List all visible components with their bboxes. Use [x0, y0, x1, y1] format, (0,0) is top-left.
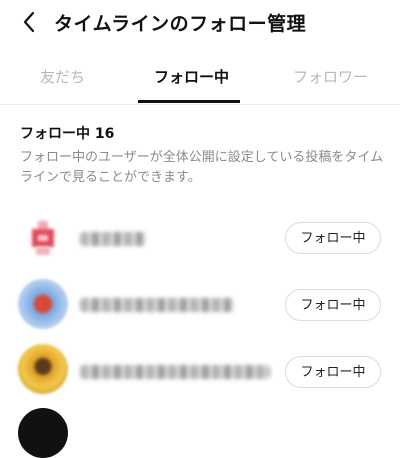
- tab-following[interactable]: フォロー中: [154, 66, 229, 87]
- tab-bar: 友だち フォロー中 フォロワー: [0, 58, 400, 105]
- list-item[interactable]: フォロー中: [0, 342, 400, 404]
- chevron-left-icon[interactable]: [18, 10, 42, 34]
- avatar: [18, 213, 68, 263]
- following-description: フォロー中のユーザーが全体公開に設定している投稿をタイムラインで見ることができま…: [20, 150, 384, 185]
- avatar: [18, 279, 68, 329]
- user-name-redacted: [80, 232, 146, 246]
- user-name-redacted: [80, 365, 270, 379]
- avatar: [18, 344, 68, 394]
- tab-friends[interactable]: 友だち: [40, 66, 85, 87]
- following-button[interactable]: フォロー中: [285, 356, 381, 388]
- list-item[interactable]: フォロー中: [0, 275, 400, 337]
- active-tab-indicator: [138, 100, 240, 103]
- tab-followers[interactable]: フォロワー: [293, 66, 368, 87]
- avatar: [18, 408, 68, 458]
- page-title: タイムラインのフォロー管理: [54, 13, 307, 35]
- header: タイムラインのフォロー管理: [0, 0, 400, 44]
- following-button[interactable]: フォロー中: [285, 289, 381, 321]
- following-count: フォロー中 16: [20, 126, 115, 142]
- user-name-redacted: [80, 298, 234, 312]
- list-item[interactable]: フォロー中: [0, 208, 400, 270]
- following-button[interactable]: フォロー中: [285, 222, 381, 254]
